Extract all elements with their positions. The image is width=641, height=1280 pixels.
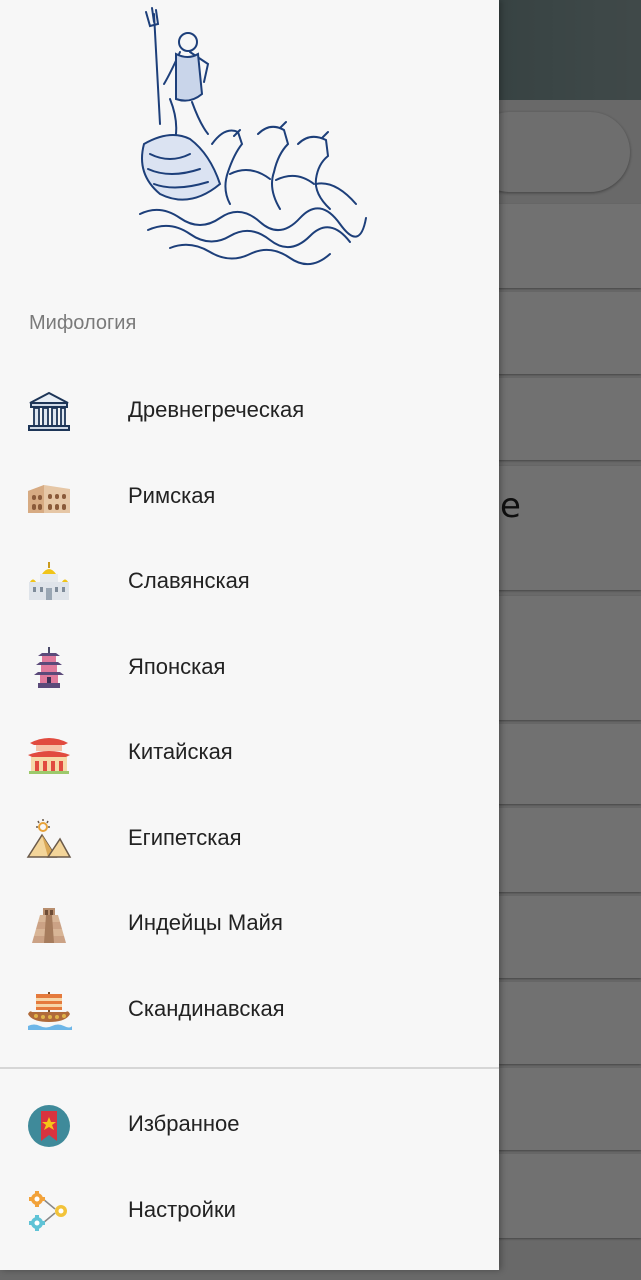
menu-item-scandinavian[interactable]: Скандинавская — [0, 970, 499, 1050]
greek-temple-icon — [28, 391, 70, 431]
menu-item-label: Индейцы Майя — [128, 910, 283, 935]
menu-item-maya[interactable]: Индейцы Майя — [0, 884, 499, 964]
pyramids-icon — [26, 819, 72, 858]
menu-item-roman[interactable]: Римская — [0, 457, 499, 537]
poseidon-chariot-illustration — [139, 7, 367, 265]
navigation-drawer: Мифология Древнегреческая Римская Славян… — [0, 0, 499, 1270]
section-title: Мифология — [29, 312, 137, 334]
menu-item-chinese[interactable]: Китайская — [0, 713, 499, 793]
menu-item-label: Славянская — [128, 568, 250, 593]
menu-item-label: Римская — [128, 483, 216, 508]
bookmark-icon — [28, 1105, 70, 1147]
orthodox-church-icon — [29, 562, 69, 600]
menu-item-slavic[interactable]: Славянская — [0, 542, 499, 622]
menu-item-label: Скандинавская — [128, 996, 285, 1021]
menu-item-settings[interactable]: Настройки — [0, 1171, 499, 1251]
menu-item-label: Настройки — [128, 1197, 236, 1222]
menu-item-favorites[interactable]: Избранное — [0, 1085, 499, 1165]
menu-item-egyptian[interactable]: Египетская — [0, 799, 499, 879]
viking-ship-icon — [28, 992, 72, 1030]
colosseum-icon — [28, 485, 70, 513]
menu-item-greek[interactable]: Древнегреческая — [0, 371, 499, 451]
menu-item-label: Избранное — [128, 1111, 240, 1136]
pagoda-icon — [34, 647, 64, 688]
menu-item-label: Древнегреческая — [128, 397, 305, 422]
menu-item-japanese[interactable]: Японская — [0, 628, 499, 708]
drawer-divider — [0, 1067, 499, 1069]
chinese-palace-icon — [28, 738, 70, 774]
menu-item-label: Японская — [128, 654, 226, 679]
maya-pyramid-icon — [32, 908, 66, 943]
menu-item-label: Китайская — [128, 739, 233, 764]
menu-item-label: Египетская — [128, 825, 242, 850]
gears-icon — [29, 1191, 67, 1231]
